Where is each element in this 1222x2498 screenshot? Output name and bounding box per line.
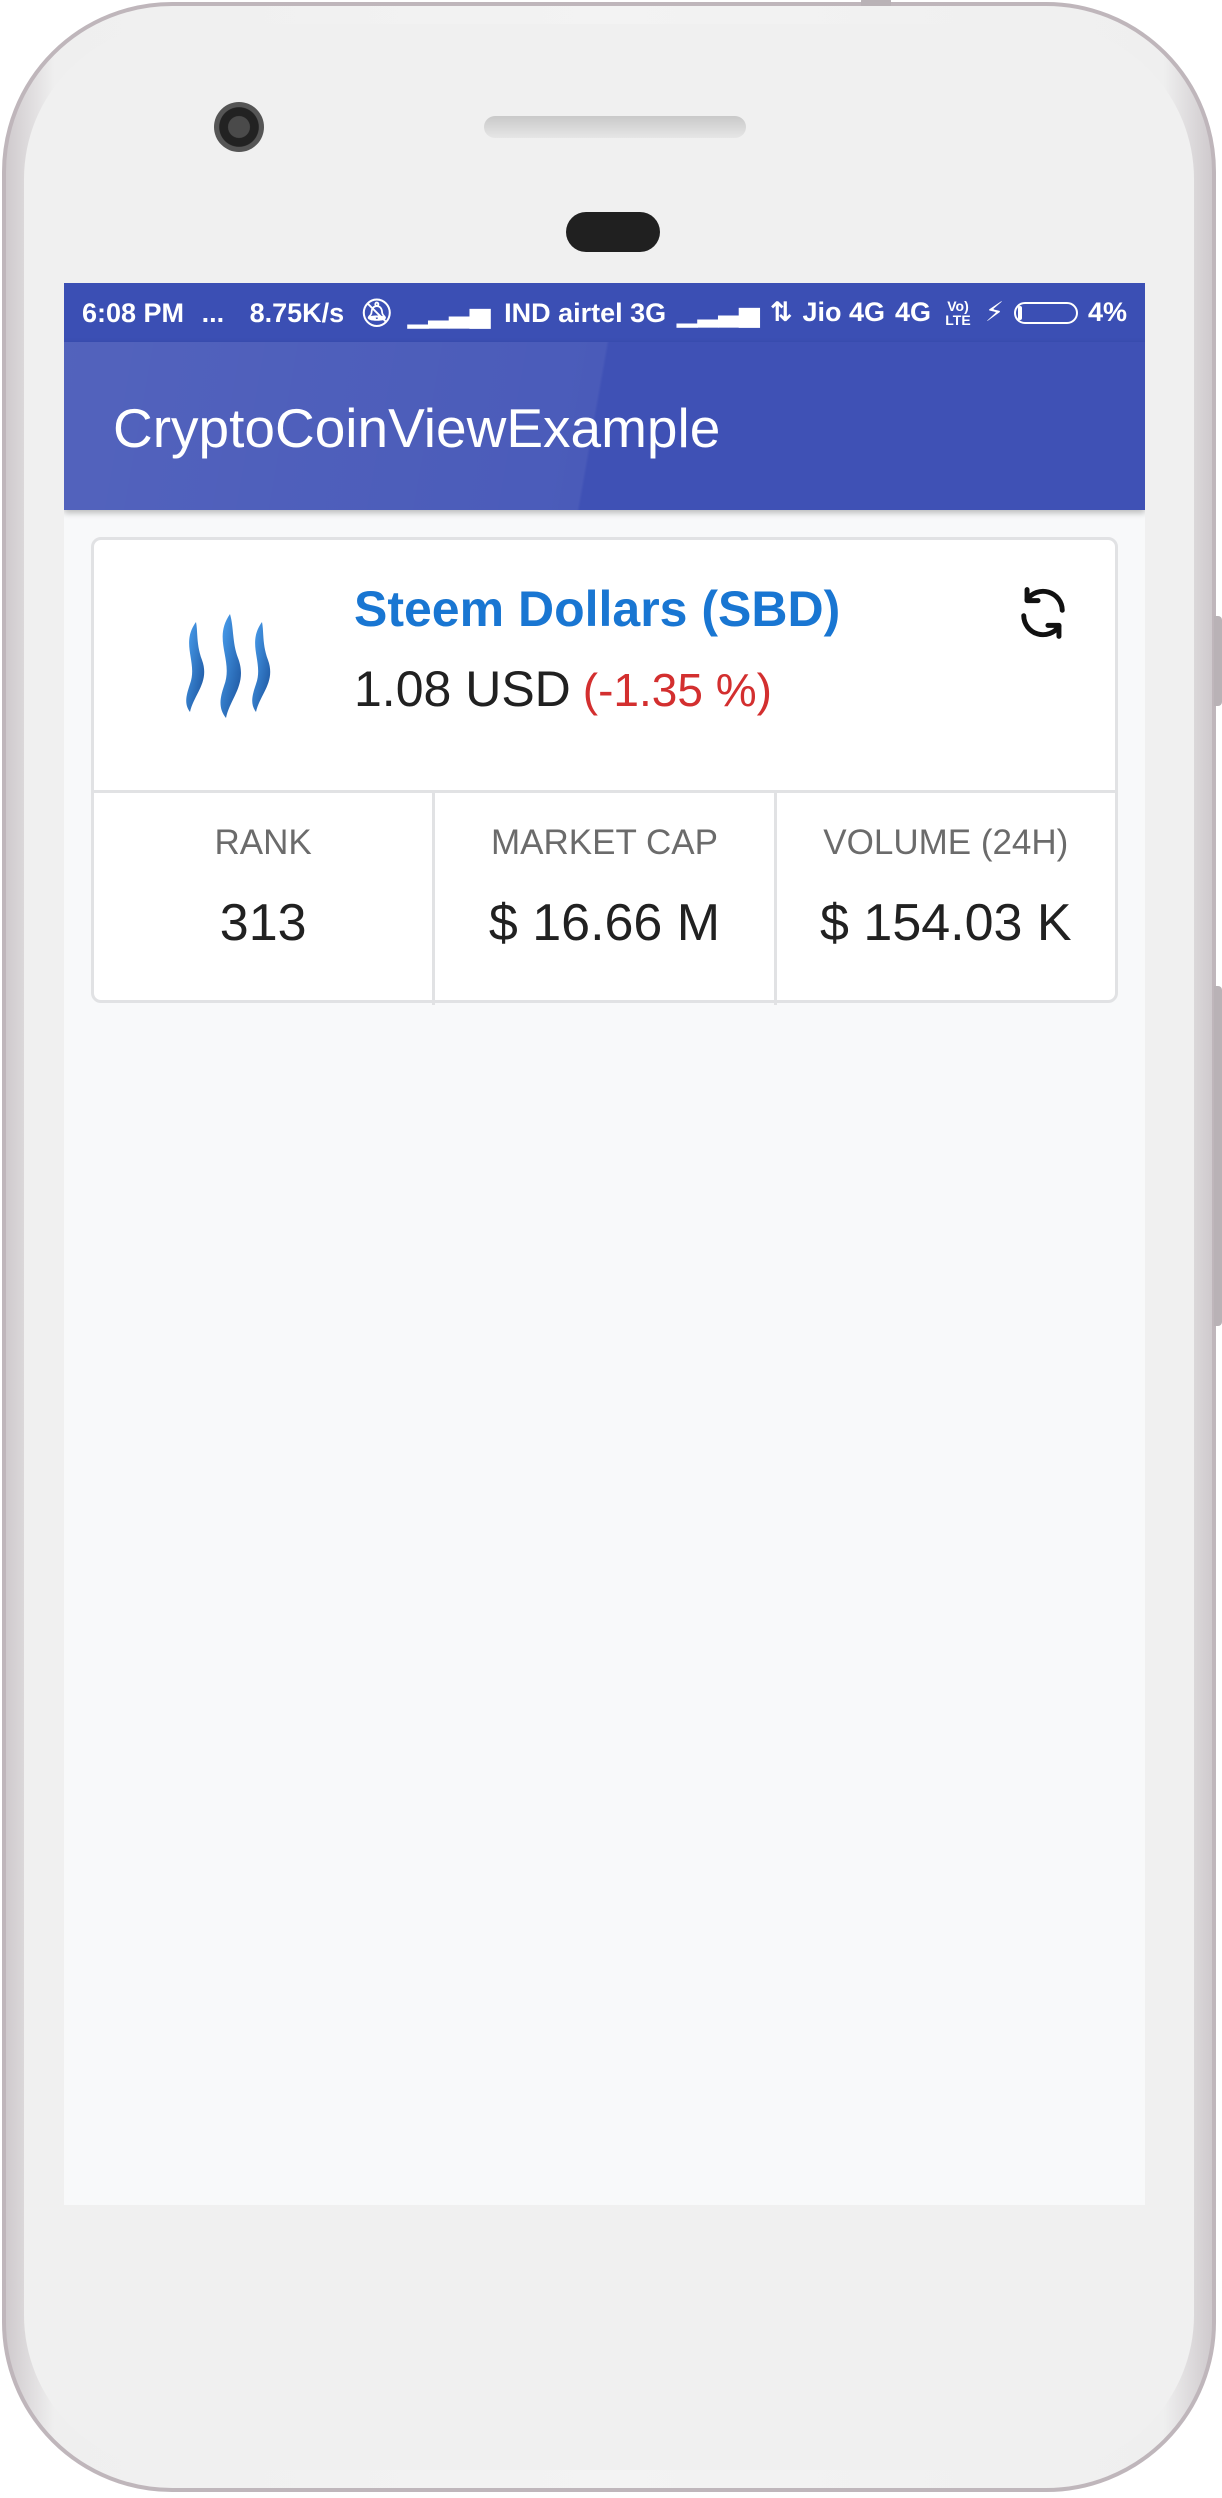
stat-label: MARKET CAP [491, 823, 718, 862]
notification-more: ... [201, 298, 225, 328]
stat-market-cap: MARKET CAP $ 16.66 M [432, 793, 773, 1005]
proximity-sensor [566, 212, 660, 252]
stat-value: 313 [219, 894, 307, 952]
front-camera [214, 102, 264, 152]
stat-value: $ 154.03 K [820, 894, 1072, 952]
steem-logo-icon [186, 614, 271, 718]
coin-price: 1.08 USD [354, 661, 571, 717]
phone-power-button [1214, 986, 1222, 1326]
price-change: (-1.35 %) [582, 664, 772, 716]
screen: 6:08 PM ... 8.75K/s 🔕︎ ▁▂▃▅ IND airtel 3… [64, 283, 1145, 2205]
battery-fill [1017, 305, 1022, 320]
battery-icon [1013, 301, 1078, 324]
refresh-icon[interactable] [1010, 580, 1076, 646]
data-transfer-icon: ⇅ [769, 297, 793, 327]
stat-value: $ 16.66 M [488, 894, 721, 952]
signal-icon-2: ▁▂▃▅ [676, 297, 760, 327]
stat-rank: RANK 313 [94, 793, 432, 1005]
status-bar: 6:08 PM ... 8.75K/s 🔕︎ ▁▂▃▅ IND airtel 3… [64, 283, 1145, 342]
app-title: CryptoCoinViewExample [113, 397, 721, 459]
battery-percent: 4% [1087, 297, 1127, 327]
stat-label: VOLUME (24H) [823, 823, 1069, 862]
stat-label: RANK [214, 823, 312, 862]
phone-volume-button [1214, 616, 1222, 706]
network-type: 4G [894, 297, 931, 327]
status-time: 6:08 PM [82, 298, 185, 328]
signal-icon: ▁▂▃▅ [407, 298, 491, 328]
phone-top-button [861, 0, 891, 6]
carrier-1: IND airtel 3G [504, 298, 667, 328]
app-bar: CryptoCoinViewExample [64, 342, 1145, 510]
network-speed: 8.75K/s [249, 298, 345, 328]
stats-row: RANK 313 MARKET CAP $ 16.66 M VOLUME (24… [94, 790, 1115, 1005]
stat-volume: VOLUME (24H) $ 154.03 K [773, 793, 1115, 1005]
price-row: 1.08 USD (-1.35 %) [354, 660, 772, 718]
carrier-2: Jio 4G [802, 297, 885, 327]
coin-name: Steem Dollars (SBD) [354, 581, 841, 637]
charging-icon: ⚡︎ [985, 297, 1004, 327]
volte-icon: Vo) LTE [945, 297, 971, 328]
coin-card: Steem Dollars (SBD) 1.08 USD (-1.35 %) RA… [91, 537, 1118, 1005]
earpiece-speaker [484, 116, 746, 138]
mute-icon: 🔕︎ [359, 298, 394, 328]
